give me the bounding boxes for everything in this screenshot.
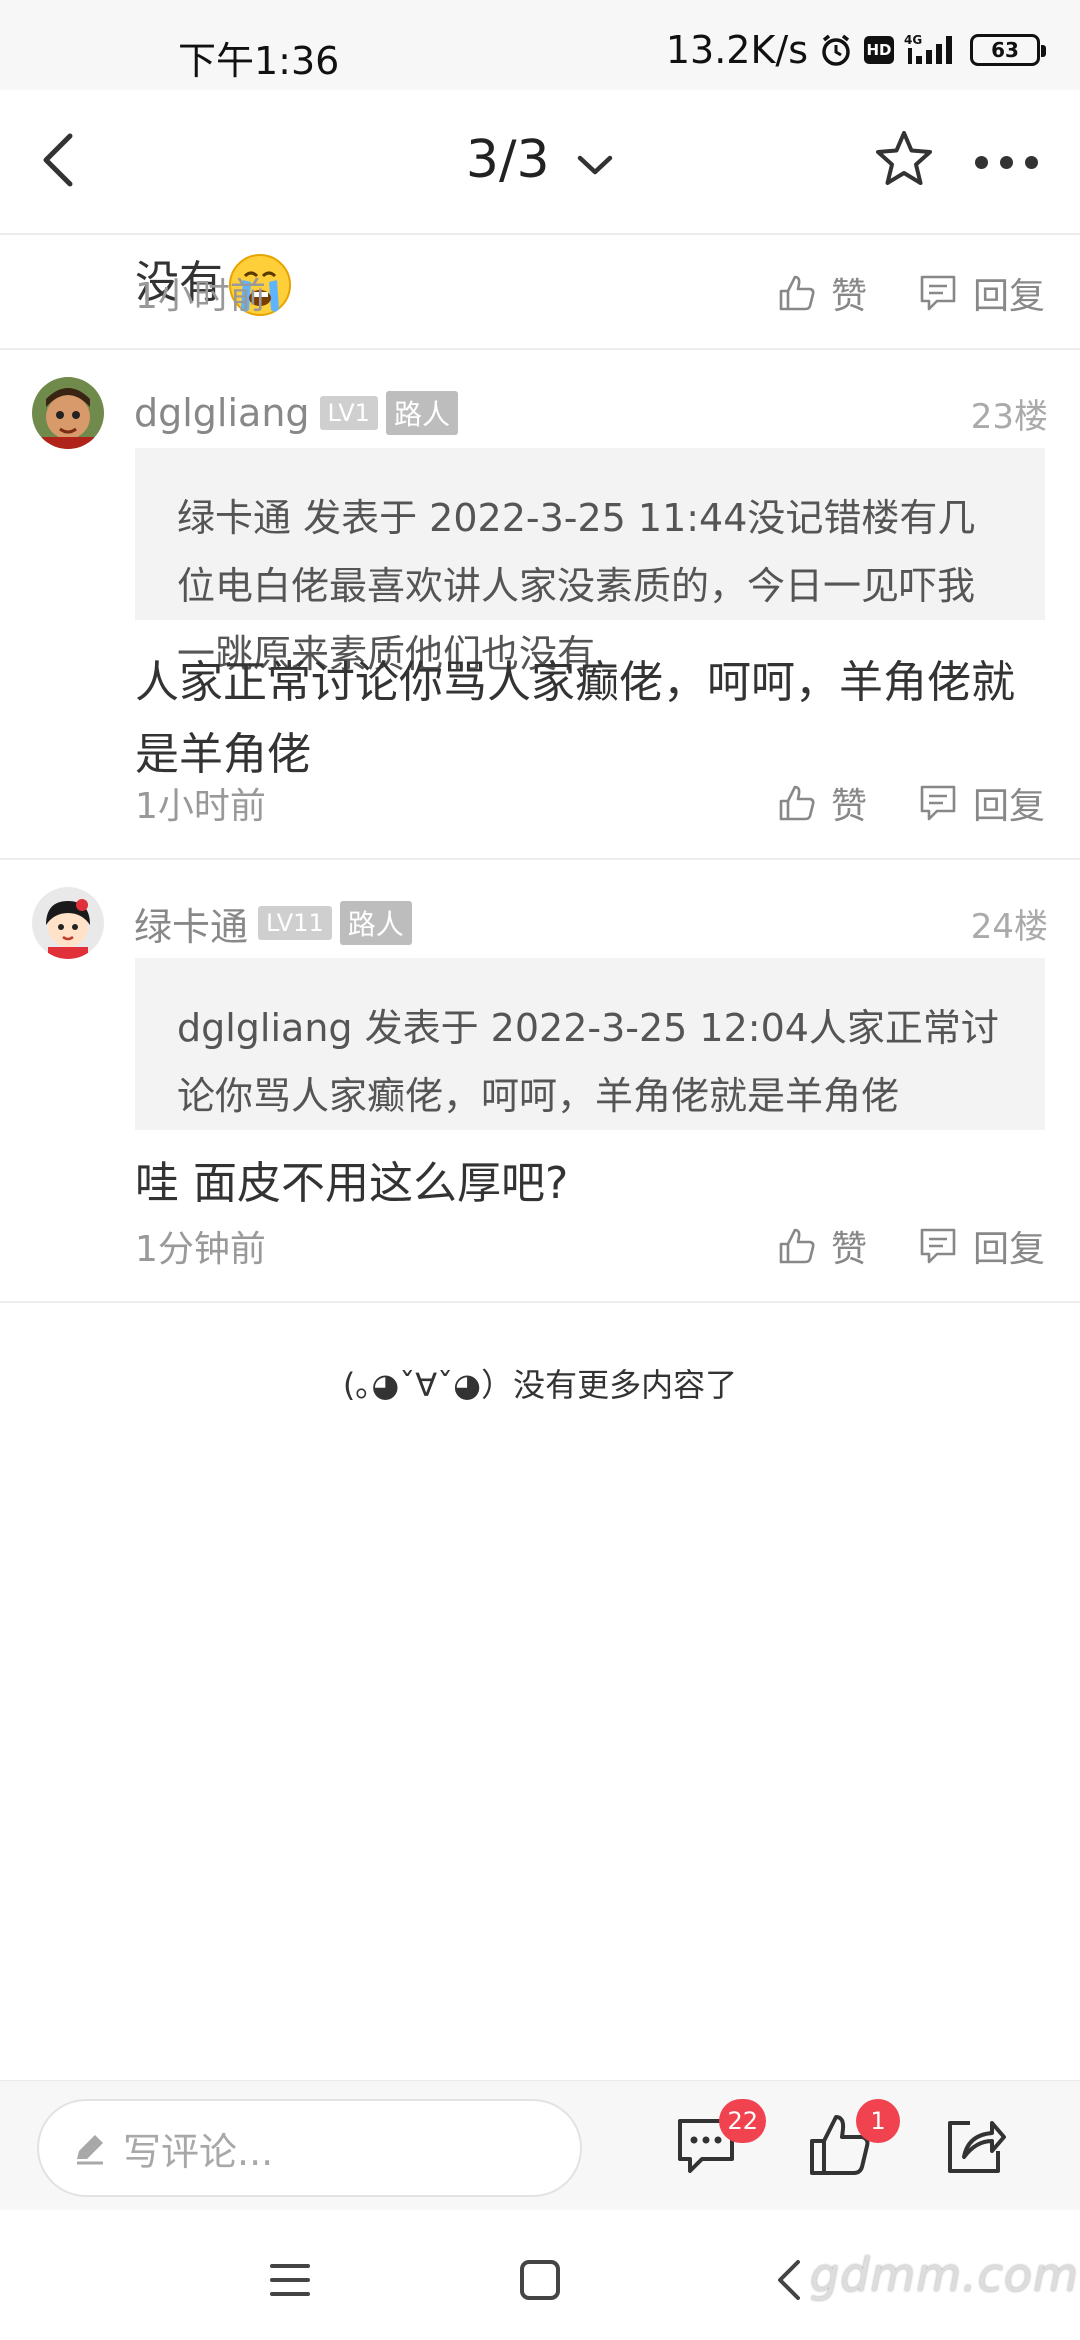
share-button[interactable]	[940, 2111, 1010, 2181]
username[interactable]: dglgliang	[134, 391, 310, 435]
like-label: 赞	[830, 276, 867, 317]
comment-icon	[920, 785, 956, 821]
thumbs-up-icon	[779, 275, 815, 311]
like-button[interactable]: 赞	[777, 1220, 867, 1272]
quote-block: 绿卡通 发表于 2022-3-25 11:44没记错楼有几位电白佬最喜欢讲人家没…	[135, 448, 1045, 676]
status-time: 下午1:36	[178, 39, 340, 83]
alarm-icon	[818, 32, 854, 68]
quote-text: dglgliang 发表于 2022-3-25 12:04人家正常讨论你骂人家癫…	[177, 1006, 999, 1118]
post-time: 1小时前	[135, 276, 266, 317]
quote-block: dglgliang 发表于 2022-3-25 12:04人家正常讨论你骂人家癫…	[135, 958, 1045, 1130]
post-header: 绿卡通 LV11 路人 24楼	[32, 885, 1048, 961]
divider	[0, 858, 1080, 860]
level-badge: LV11	[258, 906, 332, 940]
home-icon[interactable]	[510, 2250, 570, 2310]
reply-label: 回复	[972, 786, 1045, 827]
partial-post-meta: 1小时前 赞 回复	[135, 268, 1045, 318]
like-thread-button[interactable]: 1	[806, 2099, 900, 2181]
role-badge: 路人	[339, 901, 412, 945]
pencil-icon	[77, 2135, 103, 2165]
avatar[interactable]	[32, 377, 104, 449]
avatar[interactable]	[32, 887, 104, 959]
status-bar: 下午1:36 13.2K/s HD 4G 63	[0, 0, 1080, 90]
level-badge: LV1	[319, 396, 378, 430]
post-header: dglgliang LV1 路人 23楼	[32, 375, 1048, 451]
floor-number: 24楼	[970, 906, 1048, 947]
share-icon	[948, 2121, 1006, 2173]
chevron-down-icon	[576, 133, 614, 193]
comment-list[interactable]: 没有 1小时前 赞 回复 dglgliang LV1 路人 23楼 绿卡通 发表…	[0, 235, 1080, 2080]
reply-button[interactable]: 回复	[917, 267, 1045, 319]
bottom-action-bar: 写评论... 22 1	[0, 2080, 1080, 2210]
system-nav-bar: gdmm.com	[0, 2210, 1080, 2340]
like-label: 赞	[830, 786, 867, 827]
divider	[0, 348, 1080, 350]
floor-number: 23楼	[970, 396, 1048, 437]
like-button[interactable]: 赞	[777, 267, 867, 319]
like-button[interactable]: 赞	[777, 777, 867, 829]
reply-label: 回复	[972, 276, 1045, 317]
like-label: 赞	[830, 1229, 867, 1270]
signal-icon: 4G	[904, 32, 960, 68]
end-of-list-text: (｡◕ˇ∀ˇ◕）没有更多内容了	[342, 1366, 738, 1404]
post-body: 哇 面皮不用这么厚吧?	[135, 1158, 569, 1209]
divider	[0, 1301, 1080, 1303]
comment-input[interactable]: 写评论...	[37, 2099, 582, 2197]
top-nav: 3/3	[0, 90, 1080, 235]
star-icon[interactable]	[872, 128, 936, 192]
watermark: gdmm.com	[810, 2248, 1079, 2302]
battery-icon: 63	[970, 34, 1046, 66]
svg-text:4G: 4G	[904, 33, 922, 47]
thumbs-up-icon	[779, 785, 815, 821]
comment-count-badge: 22	[719, 2099, 766, 2143]
reply-button[interactable]: 回复	[917, 1220, 1045, 1272]
screen: 下午1:36 13.2K/s HD 4G 63 3/3 没有 1小时前 赞 回复…	[0, 0, 1080, 2340]
post-time: 1分钟前	[135, 1229, 266, 1270]
page-indicator: 3/3	[465, 130, 550, 190]
like-count-badge: 1	[856, 2099, 900, 2143]
comments-button[interactable]: 22	[672, 2099, 766, 2181]
thumbs-up-icon	[779, 1228, 815, 1264]
comment-icon	[920, 1228, 956, 1264]
cut-off-line	[135, 235, 1015, 247]
post-time: 1小时前	[135, 786, 266, 827]
reply-button[interactable]: 回复	[917, 777, 1045, 829]
more-icon[interactable]	[975, 148, 1045, 176]
status-right: 13.2K/s HD 4G 63	[665, 28, 1046, 72]
post-meta: 1分钟前 赞 回复	[135, 1221, 1045, 1271]
comment-icon	[920, 275, 956, 311]
hd-icon: HD	[864, 36, 894, 64]
comment-placeholder: 写评论...	[123, 2129, 274, 2174]
menu-icon[interactable]	[260, 2250, 320, 2310]
username[interactable]: 绿卡通	[134, 896, 248, 951]
network-speed: 13.2K/s	[665, 28, 808, 72]
role-badge: 路人	[385, 391, 458, 435]
reply-label: 回复	[972, 1229, 1045, 1270]
post-meta: 1小时前 赞 回复	[135, 778, 1045, 828]
post-body: 人家正常讨论你骂人家癫佬，呵呵，羊角佬就是羊角佬	[135, 657, 1015, 780]
